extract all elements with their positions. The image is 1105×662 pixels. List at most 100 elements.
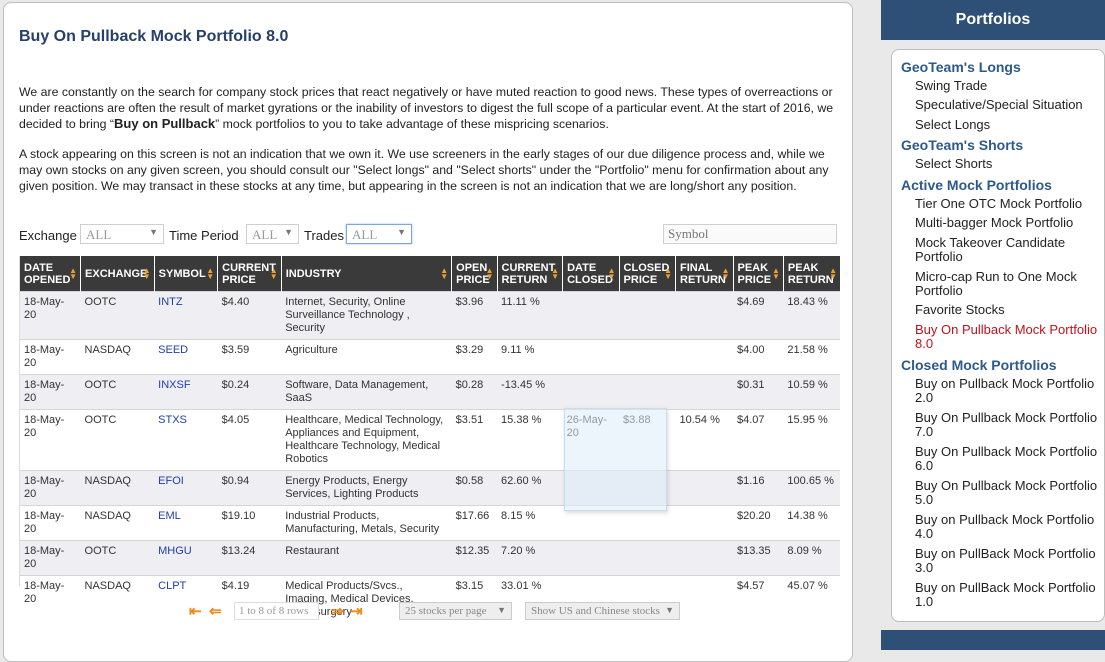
- table-body: 18-May-20 OOTC INTZ $4.40 Internet, Security…: [20, 291, 840, 623]
- main-panel: Buy On Pullback Mock Portfolio 8.0 We ar…: [3, 2, 853, 662]
- table-cell: $0.31: [737, 378, 765, 391]
- sidebar-item[interactable]: Buy On Pullback Mock Portfolio 5.0: [915, 479, 1105, 507]
- table-row[interactable]: 18-May-20 OOTC INTZ $4.40 Internet, Security…: [20, 291, 840, 339]
- column-header[interactable]: OPEN PRICE ▲ ▼: [451, 256, 498, 291]
- intro-paragraph: We are constantly on the search for comp…: [19, 84, 834, 132]
- symbol-link[interactable]: INTZ: [154, 291, 218, 339]
- sidebar-item[interactable]: Buy On Pullback Mock Portfolio 6.0: [915, 445, 1105, 473]
- sidebar-item[interactable]: Swing Trade: [915, 79, 1105, 93]
- table-cell: 7.20 %: [501, 544, 536, 557]
- time-period-select-value: ALL: [252, 227, 278, 242]
- last-page-icon[interactable]: ⇥: [350, 602, 363, 621]
- table-cell: [619, 540, 675, 575]
- table-cell: 18-May-20: [24, 579, 65, 605]
- previous-page-icon[interactable]: ⇐: [209, 602, 222, 621]
- market-select[interactable]: Show US and Chinese stocks ▼: [525, 602, 680, 620]
- sidebar-group-heading[interactable]: GeoTeam's Longs: [901, 59, 1021, 75]
- symbol-link[interactable]: STXS: [154, 409, 218, 470]
- column-header[interactable]: FINAL RETURN ▲ ▼: [675, 256, 733, 291]
- table-row[interactable]: 18-May-20 NASDAQ EFOI $0.94 Energy Products,…: [20, 470, 840, 505]
- table-cell: OOTC: [84, 295, 117, 308]
- sidebar-item[interactable]: Select Longs: [915, 118, 1105, 132]
- column-header[interactable]: CLOSED PRICE ▲ ▼: [618, 256, 676, 291]
- column-header[interactable]: DATE OPENED ▲ ▼: [20, 256, 81, 291]
- chevron-down-icon: ▼: [665, 605, 674, 615]
- table-cell: $4.57: [737, 579, 765, 592]
- table-cell: [563, 374, 619, 409]
- time-period-select[interactable]: ALL ▼: [246, 224, 299, 244]
- sidebar-item[interactable]: Favorite Stocks: [915, 303, 1105, 317]
- page-title: Buy On Pullback Mock Portfolio 8.0: [19, 28, 289, 45]
- sidebar-item[interactable]: Speculative/Special Situation: [915, 98, 1105, 112]
- filter-bar: Exchange ALL ▼ Time Period ALL ▼ Trades …: [19, 224, 839, 248]
- pagination-bar: ⇤ ⇐ 1 to 8 of 8 rows ⇒ ⇥ 25 stocks per p…: [189, 602, 709, 624]
- table-cell: 21.58 %: [787, 343, 828, 356]
- symbol-search-input[interactable]: [663, 224, 837, 244]
- column-header-label: PEAK PRICE: [737, 261, 772, 286]
- column-header-label: DATE OPENED: [24, 261, 71, 286]
- chevron-down-icon: ▼: [397, 227, 406, 237]
- next-page-icon[interactable]: ⇒: [331, 602, 344, 621]
- sidebar-item[interactable]: Buy on Pullback Mock Portfolio 2.0: [915, 377, 1105, 405]
- sidebar-item[interactable]: Select Shorts: [915, 157, 1105, 171]
- table-cell: $12.35: [455, 544, 490, 557]
- trades-select[interactable]: ALL ▼: [346, 224, 412, 244]
- table-cell: $17.66: [455, 509, 490, 522]
- exchange-label: Exchange: [19, 228, 77, 243]
- table-row[interactable]: 18-May-20 OOTC STXS $4.05 Healthcare, Medica…: [20, 409, 840, 470]
- column-header[interactable]: DATE CLOSED ▲ ▼: [562, 256, 620, 291]
- sidebar-group-heading[interactable]: GeoTeam's Shorts: [901, 137, 1023, 153]
- sidebar-item[interactable]: Buy On Pullback Mock Portfolio 8.0: [915, 323, 1105, 351]
- table-cell: NASDAQ: [84, 474, 131, 487]
- table-cell: 18-May-20: [24, 544, 65, 570]
- table-cell: 9.11 %: [501, 343, 535, 356]
- column-header-label: PEAK RETURN: [787, 261, 834, 286]
- column-header[interactable]: INDUSTRY ▲ ▼: [280, 256, 452, 291]
- table-cell: [676, 470, 733, 505]
- table-cell: $4.69: [737, 295, 765, 308]
- intro-text-end: ” mock portfolios to you to take advanta…: [215, 117, 609, 131]
- sidebar-item[interactable]: Multi-bagger Mock Portfolio: [915, 216, 1105, 230]
- symbol-link[interactable]: EML: [154, 505, 218, 540]
- trades-select-value: ALL: [352, 227, 378, 242]
- table-cell: NASDAQ: [84, 509, 131, 522]
- per-page-select[interactable]: 25 stocks per page ▼: [399, 602, 512, 620]
- table-cell: [676, 540, 733, 575]
- column-header[interactable]: CURRENT PRICE ▲ ▼: [217, 256, 282, 291]
- table-cell: [676, 505, 733, 540]
- table-cell: $1.16: [737, 474, 765, 487]
- sidebar-item[interactable]: Mock Takeover Candidate Portfolio: [915, 236, 1105, 264]
- sidebar-group-heading[interactable]: Closed Mock Portfolios: [901, 357, 1057, 373]
- table-cell: $20.20: [737, 509, 771, 522]
- table-cell: $4.05: [221, 413, 250, 426]
- table-cell: $4.07: [737, 413, 765, 426]
- exchange-select[interactable]: ALL ▼: [80, 224, 164, 244]
- sidebar-item[interactable]: Buy on PullBack Mock Portfolio 3.0: [915, 547, 1105, 575]
- sidebar-item[interactable]: Tier One OTC Mock Portfolio: [915, 197, 1105, 211]
- symbol-link[interactable]: MHGU: [154, 540, 218, 575]
- table-cell: 18-May-20: [24, 474, 65, 500]
- column-header[interactable]: EXCHANGE ▲ ▼: [80, 256, 155, 291]
- column-header[interactable]: PEAK RETURN ▲ ▼: [782, 256, 840, 291]
- sidebar-item[interactable]: Buy On Pullback Mock Portfolio 7.0: [915, 411, 1105, 439]
- table-row[interactable]: 18-May-20 OOTC INXSF $0.24 Software, Data Ma…: [20, 374, 840, 409]
- table-cell: Internet, Security, Online Surveillance …: [285, 295, 410, 334]
- first-page-icon[interactable]: ⇤: [189, 602, 202, 621]
- column-header[interactable]: CURRENT RETURN ▲ ▼: [496, 256, 563, 291]
- sidebar-item[interactable]: Buy on PullBack Mock Portfolio 1.0: [915, 581, 1105, 609]
- symbol-link[interactable]: EFOI: [154, 470, 218, 505]
- table-row[interactable]: 18-May-20 NASDAQ EML $19.10 Industrial Produ…: [20, 505, 840, 540]
- table-cell: [563, 291, 619, 339]
- table-cell: 11.11 %: [501, 295, 540, 308]
- table-row[interactable]: 18-May-20 NASDAQ SEED $3.59 Agriculture $3.29…: [20, 339, 840, 374]
- table-row[interactable]: 18-May-20 OOTC MHGU $13.24 Restaurant $12.35 7…: [20, 540, 840, 575]
- sidebar-item[interactable]: Buy on Pullback Mock Portfolio 4.0: [915, 513, 1105, 541]
- symbol-link[interactable]: INXSF: [154, 374, 218, 409]
- sidebar-group-heading[interactable]: Active Mock Portfolios: [901, 177, 1052, 193]
- symbol-link[interactable]: SEED: [154, 339, 218, 374]
- table-cell: 18-May-20: [24, 378, 65, 404]
- page-info-field[interactable]: 1 to 8 of 8 rows: [234, 602, 319, 620]
- column-header[interactable]: PEAK PRICE ▲ ▼: [732, 256, 784, 291]
- column-header[interactable]: SYMBOL ▲ ▼: [153, 256, 218, 291]
- sidebar-item[interactable]: Micro-cap Run to One Mock Portfolio: [915, 270, 1105, 298]
